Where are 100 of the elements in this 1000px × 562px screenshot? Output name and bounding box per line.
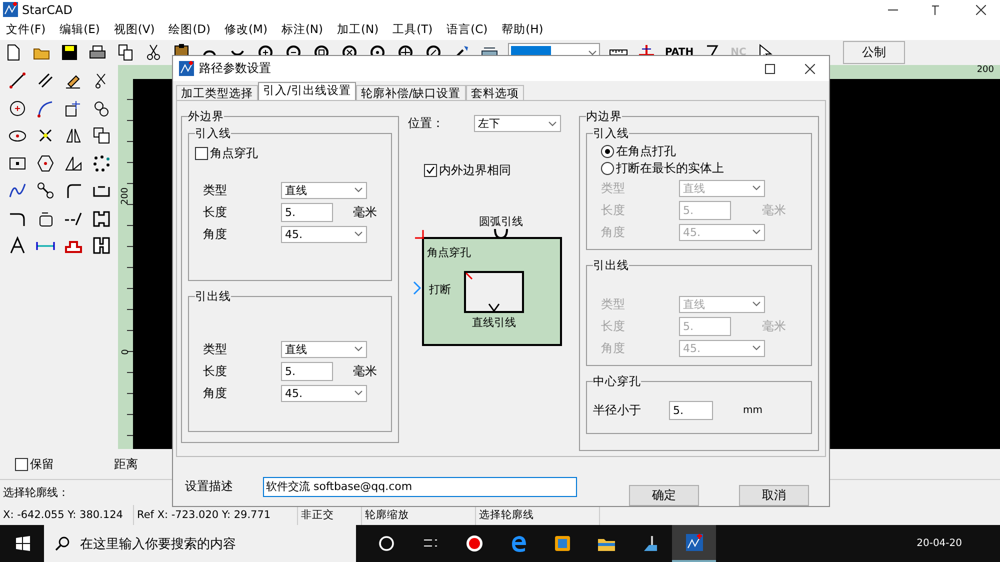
caret-icon <box>752 229 761 236</box>
radio-label: 在角点打孔 <box>616 143 676 160</box>
circle-icon[interactable] <box>376 534 396 554</box>
menu-item[interactable]: 视图(V) <box>114 22 155 38</box>
dialog-button[interactable]: 取消 <box>739 485 809 506</box>
field-label: 类型 <box>601 296 626 313</box>
caret-icon <box>752 345 761 352</box>
menu-item[interactable]: 工具(T) <box>392 22 433 38</box>
menu-item[interactable]: 帮助(H) <box>502 22 544 38</box>
menu-item[interactable]: 文件(F) <box>6 22 46 38</box>
description-field[interactable]: 软件交流 softbase@qq.com <box>263 476 577 496</box>
path-button[interactable]: PATH <box>665 46 694 58</box>
dropdown[interactable]: 45. <box>281 226 367 243</box>
dropdown[interactable]: 直线 <box>281 182 367 199</box>
menu-item[interactable]: 修改(M) <box>224 22 268 38</box>
maximize-icon[interactable] <box>765 64 775 74</box>
caret-icon <box>354 187 363 194</box>
radio-label: 打断在最长的实体上 <box>616 160 724 178</box>
save-icon[interactable] <box>60 42 79 62</box>
field-label: 角度 <box>203 384 228 402</box>
corner-mark-icon <box>414 230 425 240</box>
dropdown[interactable]: 45. <box>281 384 367 402</box>
input-field[interactable]: 5. <box>281 202 333 222</box>
menu-item[interactable]: 绘图(D) <box>168 22 211 38</box>
copy-icon[interactable] <box>116 42 135 62</box>
close-icon[interactable] <box>976 4 986 15</box>
menu-item[interactable]: 编辑(E) <box>60 22 100 38</box>
polygon-icon[interactable] <box>36 154 54 173</box>
app-title: StarCAD <box>22 2 72 17</box>
search-icon <box>54 536 70 552</box>
unit-label: 毫米 <box>762 202 787 219</box>
record-icon[interactable] <box>464 534 484 554</box>
unit-label: 毫米 <box>353 204 378 221</box>
h-beam-icon[interactable] <box>92 236 110 256</box>
input-field[interactable]: 5. <box>669 401 713 420</box>
command-prompt: 选择轮廓线： <box>3 485 69 500</box>
field-label: 长度 <box>601 202 626 219</box>
field-label: 角度 <box>203 226 228 243</box>
checkbox-label: 保留 <box>30 456 54 473</box>
dropdown[interactable]: 直线 <box>281 340 367 358</box>
field-label: 长度 <box>203 362 228 380</box>
inner-contour <box>464 271 524 314</box>
group-title: 内边界 <box>586 109 622 124</box>
double-line-icon[interactable] <box>36 71 54 90</box>
app-logo-icon[interactable] <box>684 533 704 552</box>
maximize-icon[interactable] <box>932 4 942 15</box>
caret-icon <box>752 301 761 308</box>
diagram-label: 打断 <box>429 283 451 296</box>
ruler-label: 200 <box>976 64 994 75</box>
checkbox-label: 角点穿孔 <box>210 145 258 162</box>
caret-icon <box>548 120 557 127</box>
line-icon[interactable] <box>8 71 26 90</box>
dialog-button[interactable]: 确定 <box>629 485 699 506</box>
dialog-title: 路径参数设置 <box>199 60 271 78</box>
array-icon[interactable] <box>92 154 110 173</box>
ruler-label: 200 <box>120 188 130 206</box>
group-title: 引入线 <box>593 126 629 142</box>
unit-label: 毫米 <box>353 362 378 380</box>
bracket-icon[interactable] <box>92 208 110 228</box>
caret-icon <box>752 185 761 192</box>
diagram-label: 圆弧引线 <box>479 215 523 228</box>
copy-shape-icon[interactable] <box>92 126 110 146</box>
arc-icon[interactable] <box>36 98 54 118</box>
menu-item[interactable]: 标注(N) <box>281 22 324 38</box>
lead-mark-icon <box>465 272 473 280</box>
checkbox[interactable] <box>424 164 437 178</box>
menu-item[interactable]: 语言(C) <box>446 22 488 38</box>
ruler-label: 0 <box>120 348 130 354</box>
dropdown[interactable]: 左下 <box>474 115 561 132</box>
tab[interactable]: 引入/引出线设置 <box>258 82 356 102</box>
field-label: 位置： <box>408 115 444 132</box>
app-logo-icon <box>179 61 194 76</box>
field-label: 类型 <box>203 340 228 358</box>
cut-icon[interactable] <box>144 42 163 62</box>
units-button[interactable]: 公制 <box>843 40 905 64</box>
input-field[interactable]: 5. <box>281 362 333 381</box>
mirror-icon[interactable] <box>64 126 82 146</box>
field-label: 设置描述 <box>185 478 233 495</box>
checkbox-label: 内外边界相同 <box>439 162 511 180</box>
search-field[interactable]: 在这里输入你要搜索的内容 <box>44 525 356 562</box>
field-label: 角度 <box>601 224 626 241</box>
checkbox[interactable] <box>195 147 208 160</box>
chain-icon[interactable] <box>36 181 54 200</box>
rotate-icon[interactable] <box>92 98 110 118</box>
checkbox[interactable] <box>15 458 28 471</box>
diagram-label: 直线引线 <box>472 316 516 330</box>
app-icon[interactable] <box>552 534 572 554</box>
menu-item[interactable]: 加工(N) <box>337 22 379 38</box>
field-label: 半径小于 <box>593 402 641 420</box>
move-icon[interactable] <box>64 98 82 118</box>
caret-icon <box>354 346 363 352</box>
group-title: 引入线 <box>195 126 231 142</box>
group-title: 引出线 <box>195 289 231 304</box>
field-label: 距离 <box>114 456 138 473</box>
close-icon[interactable] <box>805 64 815 74</box>
field-label: 角度 <box>601 340 626 357</box>
circle-icon[interactable] <box>8 98 26 118</box>
unit-label: 毫米 <box>762 318 787 335</box>
text-tool-icon[interactable] <box>8 236 26 256</box>
group-title: 外边界 <box>188 109 224 124</box>
